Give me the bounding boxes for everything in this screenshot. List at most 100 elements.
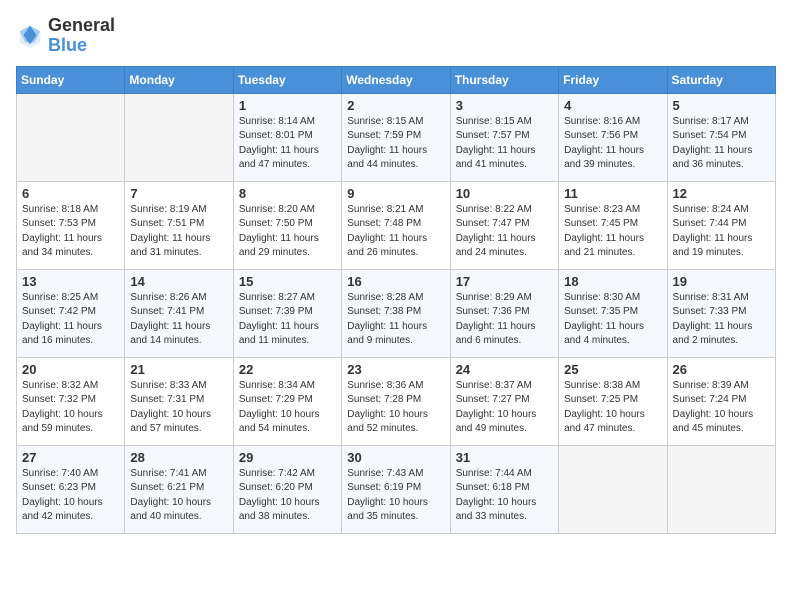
calendar-cell: 17Sunrise: 8:29 AM Sunset: 7:36 PM Dayli…	[450, 269, 558, 357]
calendar-cell: 13 Sunrise: 8:25 AM Sunset: 7:42 PM Dayli…	[17, 269, 125, 357]
calendar-body: 1Sunrise: 8:14 AM Sunset: 8:01 PM Daylig…	[17, 93, 776, 533]
day-number: 31	[456, 450, 553, 465]
day-info: Sunrise: 8:37 AM Sunset: 7:27 PM Dayligh…	[456, 379, 553, 437]
day-info: Sunrise: 8:25 AM Sunset: 7:42 PM Dayligh…	[22, 291, 119, 349]
calendar-cell: 20Sunrise: 8:32 AM Sunset: 7:32 PM Dayli…	[17, 357, 125, 445]
day-info: Sunrise: 8:21 AM Sunset: 7:48 PM Dayligh…	[347, 203, 444, 261]
day-info: Sunrise: 8:24 AM Sunset: 7:44 PM Dayligh…	[673, 203, 770, 261]
day-info: Sunrise: 8:22 AM Sunset: 7:47 PM Dayligh…	[456, 203, 553, 261]
calendar-cell	[559, 445, 667, 533]
calendar-cell: 18 Sunrise: 8:30 AM Sunset: 7:35 PM Dayli…	[559, 269, 667, 357]
day-info: Sunrise: 7:41 AM Sunset: 6:21 PM Dayligh…	[130, 467, 227, 525]
calendar-cell: 9 Sunrise: 8:21 AM Sunset: 7:48 PM Daylig…	[342, 181, 450, 269]
calendar-cell: 25 Sunrise: 8:38 AM Sunset: 7:25 PM Dayli…	[559, 357, 667, 445]
day-info: Sunrise: 8:28 AM Sunset: 7:38 PM Dayligh…	[347, 291, 444, 349]
calendar-cell: 5Sunrise: 8:17 AM Sunset: 7:54 PM Daylig…	[667, 93, 775, 181]
day-number: 23	[347, 362, 444, 377]
day-number: 28	[130, 450, 227, 465]
calendar-cell	[667, 445, 775, 533]
calendar-cell: 31 Sunrise: 7:44 AM Sunset: 6:18 PM Dayli…	[450, 445, 558, 533]
day-info: Sunrise: 8:15 AM Sunset: 7:59 PM Dayligh…	[347, 115, 444, 173]
day-number: 14	[130, 274, 227, 289]
day-info: Sunrise: 8:14 AM Sunset: 8:01 PM Dayligh…	[239, 115, 336, 173]
calendar-cell: 29 Sunrise: 7:42 AM Sunset: 6:20 PM Dayli…	[233, 445, 341, 533]
day-number: 11	[564, 186, 661, 201]
day-number: 6	[22, 186, 119, 201]
day-info: Sunrise: 8:18 AM Sunset: 7:53 PM Dayligh…	[22, 203, 119, 261]
logo-text: General Blue	[48, 16, 115, 56]
day-number: 8	[239, 186, 336, 201]
calendar-cell: 21 Sunrise: 8:33 AM Sunset: 7:31 PM Dayli…	[125, 357, 233, 445]
calendar-week-4: 20Sunrise: 8:32 AM Sunset: 7:32 PM Dayli…	[17, 357, 776, 445]
calendar-cell: 26 Sunrise: 8:39 AM Sunset: 7:24 PM Dayli…	[667, 357, 775, 445]
day-info: Sunrise: 8:27 AM Sunset: 7:39 PM Dayligh…	[239, 291, 336, 349]
day-number: 15	[239, 274, 336, 289]
day-info: Sunrise: 8:23 AM Sunset: 7:45 PM Dayligh…	[564, 203, 661, 261]
day-number: 30	[347, 450, 444, 465]
day-info: Sunrise: 8:39 AM Sunset: 7:24 PM Dayligh…	[673, 379, 770, 437]
day-number: 22	[239, 362, 336, 377]
weekday-header-monday: Monday	[125, 66, 233, 93]
calendar-cell: 12 Sunrise: 8:24 AM Sunset: 7:44 PM Dayli…	[667, 181, 775, 269]
calendar-cell: 28 Sunrise: 7:41 AM Sunset: 6:21 PM Dayli…	[125, 445, 233, 533]
day-number: 2	[347, 98, 444, 113]
day-info: Sunrise: 8:33 AM Sunset: 7:31 PM Dayligh…	[130, 379, 227, 437]
day-info: Sunrise: 7:44 AM Sunset: 6:18 PM Dayligh…	[456, 467, 553, 525]
day-info: Sunrise: 8:31 AM Sunset: 7:33 PM Dayligh…	[673, 291, 770, 349]
calendar-cell: 3 Sunrise: 8:15 AM Sunset: 7:57 PM Daylig…	[450, 93, 558, 181]
calendar-week-5: 27 Sunrise: 7:40 AM Sunset: 6:23 PM Dayli…	[17, 445, 776, 533]
day-info: Sunrise: 8:16 AM Sunset: 7:56 PM Dayligh…	[564, 115, 661, 173]
day-number: 19	[673, 274, 770, 289]
day-number: 9	[347, 186, 444, 201]
calendar-cell: 19 Sunrise: 8:31 AM Sunset: 7:33 PM Dayli…	[667, 269, 775, 357]
calendar-cell: 7 Sunrise: 8:19 AM Sunset: 7:51 PM Daylig…	[125, 181, 233, 269]
day-number: 3	[456, 98, 553, 113]
calendar-cell: 24 Sunrise: 8:37 AM Sunset: 7:27 PM Dayli…	[450, 357, 558, 445]
calendar-week-2: 6 Sunrise: 8:18 AM Sunset: 7:53 PM Daylig…	[17, 181, 776, 269]
weekday-header-sunday: Sunday	[17, 66, 125, 93]
day-info: Sunrise: 8:32 AM Sunset: 7:32 PM Dayligh…	[22, 379, 119, 437]
day-info: Sunrise: 8:15 AM Sunset: 7:57 PM Dayligh…	[456, 115, 553, 173]
day-number: 18	[564, 274, 661, 289]
calendar-cell: 14Sunrise: 8:26 AM Sunset: 7:41 PM Dayli…	[125, 269, 233, 357]
day-number: 7	[130, 186, 227, 201]
day-number: 21	[130, 362, 227, 377]
calendar-cell: 27 Sunrise: 7:40 AM Sunset: 6:23 PM Dayli…	[17, 445, 125, 533]
weekday-header-wednesday: Wednesday	[342, 66, 450, 93]
day-info: Sunrise: 8:17 AM Sunset: 7:54 PM Dayligh…	[673, 115, 770, 173]
day-info: Sunrise: 7:40 AM Sunset: 6:23 PM Dayligh…	[22, 467, 119, 525]
logo: General Blue	[16, 16, 115, 56]
day-number: 25	[564, 362, 661, 377]
day-number: 29	[239, 450, 336, 465]
day-number: 13	[22, 274, 119, 289]
day-info: Sunrise: 7:43 AM Sunset: 6:19 PM Dayligh…	[347, 467, 444, 525]
day-number: 24	[456, 362, 553, 377]
day-info: Sunrise: 8:30 AM Sunset: 7:35 PM Dayligh…	[564, 291, 661, 349]
weekday-header-tuesday: Tuesday	[233, 66, 341, 93]
calendar-cell	[17, 93, 125, 181]
day-info: Sunrise: 8:38 AM Sunset: 7:25 PM Dayligh…	[564, 379, 661, 437]
day-info: Sunrise: 8:34 AM Sunset: 7:29 PM Dayligh…	[239, 379, 336, 437]
calendar-week-1: 1Sunrise: 8:14 AM Sunset: 8:01 PM Daylig…	[17, 93, 776, 181]
day-number: 17	[456, 274, 553, 289]
calendar-week-3: 13 Sunrise: 8:25 AM Sunset: 7:42 PM Dayli…	[17, 269, 776, 357]
weekday-header-thursday: Thursday	[450, 66, 558, 93]
day-number: 12	[673, 186, 770, 201]
logo-icon	[16, 22, 44, 50]
day-number: 26	[673, 362, 770, 377]
calendar-cell: 1Sunrise: 8:14 AM Sunset: 8:01 PM Daylig…	[233, 93, 341, 181]
day-number: 10	[456, 186, 553, 201]
day-info: Sunrise: 8:19 AM Sunset: 7:51 PM Dayligh…	[130, 203, 227, 261]
day-number: 16	[347, 274, 444, 289]
day-info: Sunrise: 7:42 AM Sunset: 6:20 PM Dayligh…	[239, 467, 336, 525]
weekday-header-saturday: Saturday	[667, 66, 775, 93]
page-header: General Blue	[16, 16, 776, 56]
day-number: 4	[564, 98, 661, 113]
weekday-header-friday: Friday	[559, 66, 667, 93]
calendar-cell: 15 Sunrise: 8:27 AM Sunset: 7:39 PM Dayli…	[233, 269, 341, 357]
day-number: 27	[22, 450, 119, 465]
calendar-cell: 30 Sunrise: 7:43 AM Sunset: 6:19 PM Dayli…	[342, 445, 450, 533]
calendar-cell: 10 Sunrise: 8:22 AM Sunset: 7:47 PM Dayli…	[450, 181, 558, 269]
calendar-cell: 11 Sunrise: 8:23 AM Sunset: 7:45 PM Dayli…	[559, 181, 667, 269]
day-info: Sunrise: 8:20 AM Sunset: 7:50 PM Dayligh…	[239, 203, 336, 261]
